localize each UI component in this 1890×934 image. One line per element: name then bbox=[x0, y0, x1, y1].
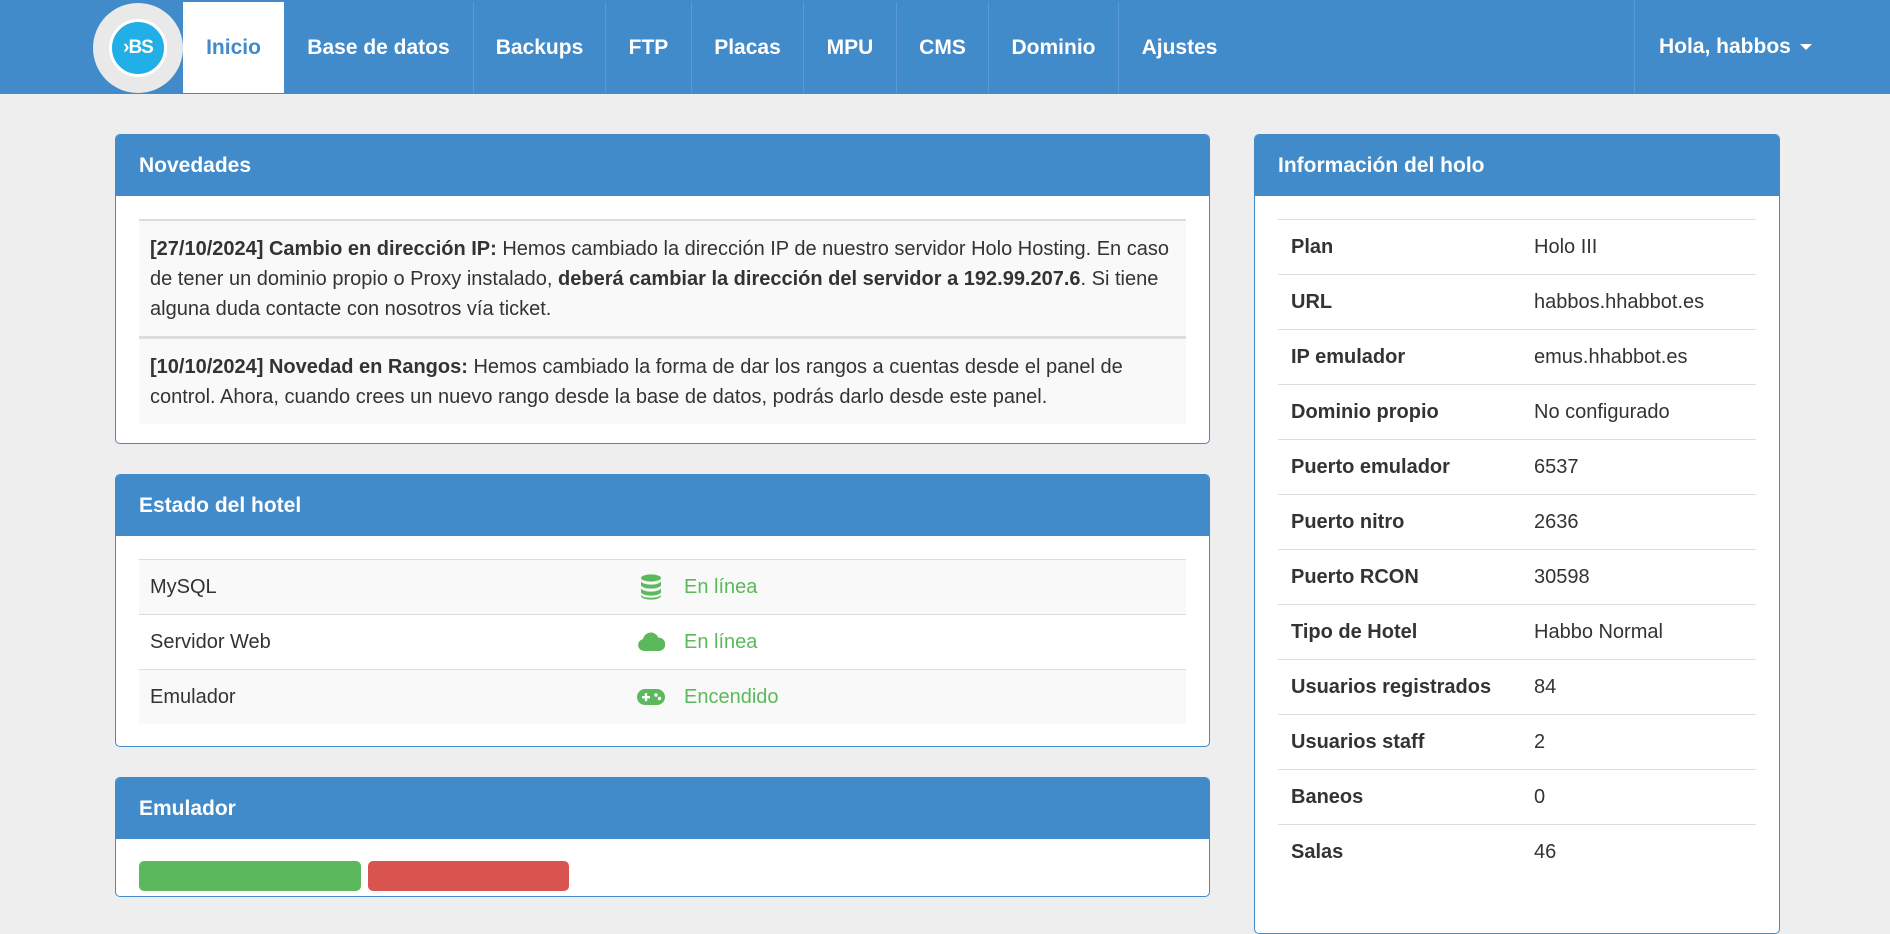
info-row-ip-emulador: IP emulador emus.hhabbot.es bbox=[1278, 329, 1756, 384]
news-panel-title: Novedades bbox=[116, 135, 1209, 196]
info-key: IP emulador bbox=[1291, 345, 1406, 368]
nav-item-dominio[interactable]: Dominio bbox=[989, 2, 1119, 93]
user-menu-toggle[interactable]: Hola, habbos bbox=[1634, 0, 1814, 94]
news-headline: [10/10/2024] Novedad en Rangos: bbox=[150, 356, 468, 378]
info-row-puerto-emulador: Puerto emulador 6537 bbox=[1278, 439, 1756, 494]
news-highlight: deberá cambiar la dirección del servidor… bbox=[558, 268, 1081, 290]
info-value: 84 bbox=[1534, 675, 1557, 698]
info-key: Salas bbox=[1291, 840, 1344, 863]
hotel-status-panel: Estado del hotel MySQL En línea Servidor… bbox=[115, 474, 1210, 747]
info-value: 46 bbox=[1534, 840, 1557, 863]
info-row-usuarios-registrados: Usuarios registrados 84 bbox=[1278, 659, 1756, 714]
info-key: Tipo de Hotel bbox=[1291, 620, 1418, 643]
status-row-emulator: Emulador Encendido bbox=[139, 669, 1186, 724]
status-value: En línea bbox=[684, 630, 758, 653]
info-value: Habbo Normal bbox=[1534, 620, 1663, 643]
info-key: Puerto RCON bbox=[1291, 565, 1419, 588]
info-value: 30598 bbox=[1534, 565, 1590, 588]
info-value: 0 bbox=[1534, 785, 1546, 808]
status-name: MySQL bbox=[150, 575, 217, 598]
info-row-dominio-propio: Dominio propio No configurado bbox=[1278, 384, 1756, 439]
status-name: Emulador bbox=[150, 685, 236, 708]
holo-info-title: Información del holo bbox=[1255, 135, 1779, 196]
brand-logo[interactable]: ›BS bbox=[93, 3, 183, 93]
info-key: Puerto emulador bbox=[1291, 455, 1450, 478]
nav-item-placas[interactable]: Placas bbox=[692, 2, 804, 93]
info-row-puerto-rcon: Puerto RCON 30598 bbox=[1278, 549, 1756, 604]
nav-menu: Inicio Base de datos Backups FTP Placas … bbox=[183, 2, 1240, 93]
start-emulator-button[interactable] bbox=[139, 861, 361, 891]
status-value: En línea bbox=[684, 575, 758, 598]
hotel-status-title: Estado del hotel bbox=[116, 475, 1209, 536]
info-value: 2636 bbox=[1534, 510, 1579, 533]
info-value: habbos.hhabbot.es bbox=[1534, 290, 1705, 313]
caret-down-icon bbox=[1799, 44, 1812, 50]
info-row-usuarios-staff: Usuarios staff 2 bbox=[1278, 714, 1756, 769]
nav-item-ftp[interactable]: FTP bbox=[606, 2, 692, 93]
info-key: URL bbox=[1291, 290, 1333, 313]
info-key: Plan bbox=[1291, 235, 1334, 258]
user-greeting: Hola, habbos bbox=[1659, 35, 1791, 58]
info-row-baneos: Baneos 0 bbox=[1278, 769, 1756, 824]
database-icon bbox=[636, 574, 666, 600]
info-key: Dominio propio bbox=[1291, 400, 1439, 423]
info-value: 2 bbox=[1534, 730, 1546, 753]
status-row-mysql: MySQL En línea bbox=[139, 559, 1186, 614]
nav-item-backups[interactable]: Backups bbox=[474, 2, 606, 93]
stop-emulator-button[interactable] bbox=[368, 861, 569, 891]
info-table: Plan Holo III URL habbos.hhabbot.es IP emu… bbox=[1278, 219, 1756, 879]
top-navbar: ›BS Inicio Base de datos Backups FTP Pla… bbox=[0, 0, 1890, 94]
nav-item-ajustes[interactable]: Ajustes bbox=[1119, 2, 1240, 93]
status-name: Servidor Web bbox=[150, 630, 271, 653]
news-item: [10/10/2024] Novedad en Rangos: Hemos ca… bbox=[139, 336, 1186, 424]
news-headline: [27/10/2024] Cambio en dirección IP: bbox=[150, 238, 497, 260]
status-table: MySQL En línea Servidor Web En línea Emu… bbox=[139, 559, 1186, 724]
emulator-panel-title: Emulador bbox=[116, 778, 1209, 839]
info-key: Usuarios staff bbox=[1291, 730, 1425, 753]
nav-item-base-de-datos[interactable]: Base de datos bbox=[284, 2, 474, 93]
nav-item-inicio[interactable]: Inicio bbox=[183, 2, 284, 93]
info-value: 6537 bbox=[1534, 455, 1579, 478]
news-item: [27/10/2024] Cambio en dirección IP: Hem… bbox=[139, 219, 1186, 336]
cloud-icon bbox=[636, 629, 666, 655]
gamepad-icon bbox=[636, 684, 666, 710]
info-value: No configurado bbox=[1534, 400, 1670, 423]
info-value: Holo III bbox=[1534, 235, 1598, 258]
info-key: Puerto nitro bbox=[1291, 510, 1405, 533]
nav-item-cms[interactable]: CMS bbox=[897, 2, 989, 93]
info-key: Baneos bbox=[1291, 785, 1364, 808]
logo-mark: ›BS bbox=[109, 19, 167, 77]
status-row-web-server: Servidor Web En línea bbox=[139, 614, 1186, 669]
news-panel: Novedades [27/10/2024] Cambio en direcci… bbox=[115, 134, 1210, 444]
info-value: emus.hhabbot.es bbox=[1534, 345, 1688, 368]
info-row-salas: Salas 46 bbox=[1278, 824, 1756, 879]
info-row-tipo-de-hotel: Tipo de Hotel Habbo Normal bbox=[1278, 604, 1756, 659]
status-value: Encendido bbox=[684, 685, 779, 708]
holo-info-panel: Información del holo Plan Holo III URL hab… bbox=[1254, 134, 1780, 934]
info-key: Usuarios registrados bbox=[1291, 675, 1492, 698]
nav-item-mpu[interactable]: MPU bbox=[804, 2, 897, 93]
info-row-puerto-nitro: Puerto nitro 2636 bbox=[1278, 494, 1756, 549]
info-row-url: URL habbos.hhabbot.es bbox=[1278, 274, 1756, 329]
info-row-plan: Plan Holo III bbox=[1278, 219, 1756, 274]
